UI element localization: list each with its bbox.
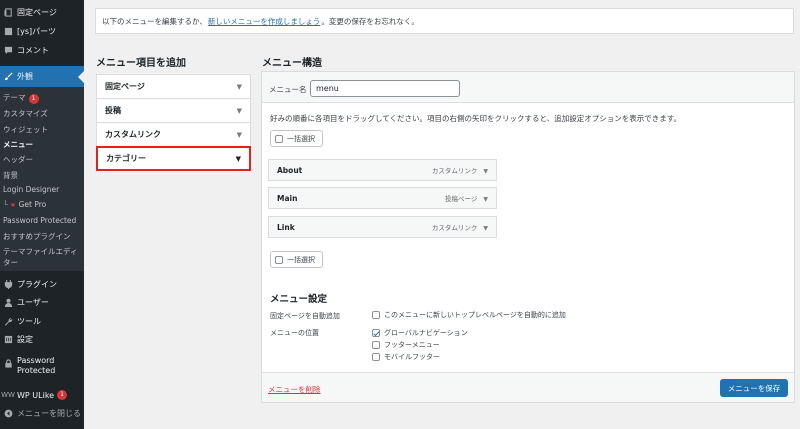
accordion-pages[interactable]: 固定ページ ▼ (96, 74, 251, 99)
user-icon (3, 297, 13, 307)
caret-down-icon[interactable]: ▼ (483, 196, 488, 203)
sidebar-item-plugins[interactable]: プラグイン (0, 276, 84, 292)
submenu-password-protected[interactable]: Password Protected (3, 216, 76, 225)
wrench-icon (3, 316, 13, 326)
menu-structure-panel: メニュー名 好みの順番に各項目をドラッグしてください。項目の右側の矢印をクリック… (261, 71, 795, 403)
parts-icon (3, 26, 13, 36)
wp-ulike-icon: WW (1, 391, 15, 399)
active-indicator (78, 71, 84, 83)
notice-text-before: 以下のメニューを編集するか、 (102, 16, 207, 26)
accordion-custom-links[interactable]: カスタムリンク ▼ (96, 122, 251, 147)
menu-item-link[interactable]: Link カスタムリンク ▼ (268, 216, 497, 238)
auto-add-option[interactable]: このメニューに新しいトップレベルページを自動的に追加 (372, 310, 566, 320)
menu-name-input[interactable] (310, 80, 460, 97)
sidebar-item-appearance[interactable]: 外観 (0, 66, 84, 87)
caret-down-icon: ▼ (235, 154, 241, 163)
menu-footer-bar: メニューを削除 メニューを保存 (262, 372, 794, 402)
auto-add-label: 固定ページを自動追加 (270, 312, 340, 320)
star-icon: ★ (9, 201, 17, 209)
submenu-login-designer[interactable]: Login Designer (3, 185, 59, 194)
bulk-select-top[interactable]: 一括選択 (270, 130, 323, 147)
submenu-header[interactable]: ヘッダー (3, 154, 33, 165)
delete-menu-link[interactable]: メニューを削除 (268, 384, 321, 395)
update-badge: 1 (57, 390, 68, 400)
menu-settings-heading: メニュー設定 (270, 294, 328, 305)
auto-add-checkbox[interactable] (372, 311, 380, 319)
info-notice: 以下のメニューを編集するか、 新しいメニューを作成しましょう 。変更の保存をお忘… (95, 8, 794, 34)
menu-item-about[interactable]: About カスタムリンク ▼ (268, 159, 497, 181)
submenu-themes[interactable]: テーマ 1 (3, 92, 39, 104)
tree-branch-icon: └ (3, 200, 8, 209)
submenu-menus[interactable]: メニュー (3, 139, 33, 150)
sidebar-item-settings[interactable]: 設定 (0, 331, 84, 347)
settings-icon (3, 334, 13, 344)
menu-location-label: メニューの位置 (270, 329, 319, 337)
sidebar-item-label: [ys]パーツ (17, 26, 56, 36)
location-mobile-footer[interactable]: モバイルフッター (372, 352, 440, 362)
collapse-icon (3, 408, 13, 418)
location-global-nav[interactable]: グローバルナビゲーション (372, 328, 468, 338)
bulk-select-checkbox[interactable] (275, 134, 283, 143)
plugin-icon (3, 279, 13, 289)
menu-item-main[interactable]: Main 投稿ページ ▼ (268, 187, 497, 209)
sidebar-item-label: 固定ページ (17, 7, 57, 17)
sidebar-item-pages[interactable]: 固定ページ (0, 4, 84, 20)
notice-text-after: 。変更の保存をお忘れなく。 (321, 16, 419, 26)
collapse-menu-button[interactable]: メニューを閉じる (0, 405, 84, 421)
caret-down-icon: ▼ (236, 82, 242, 91)
submenu-widgets[interactable]: ウィジェット (3, 124, 48, 135)
location-footer-menu[interactable]: フッターメニュー (372, 340, 440, 350)
admin-sidebar: 固定ページ [ys]パーツ コメント 外観 テーマ 1 カスタマイズ ウィジェット… (0, 0, 84, 429)
accordion-categories[interactable]: カテゴリー ▼ (96, 146, 251, 171)
update-badge: 1 (28, 94, 39, 104)
bulk-select-bottom[interactable]: 一括選択 (270, 251, 323, 268)
sidebar-item-tools[interactable]: ツール (0, 313, 84, 329)
menu-name-bar: メニュー名 (262, 72, 794, 103)
submenu-get-pro[interactable]: └ ★ Get Pro (3, 200, 46, 209)
sidebar-item-password-protected[interactable]: Password Protected (0, 356, 84, 382)
lock-icon (3, 358, 13, 368)
sidebar-item-label: コメント (17, 45, 49, 55)
footer-menu-checkbox[interactable] (372, 341, 380, 349)
mobile-footer-checkbox[interactable] (372, 353, 380, 361)
sidebar-item-ys-parts[interactable]: [ys]パーツ (0, 23, 84, 39)
comment-icon (3, 45, 13, 55)
pages-icon (3, 7, 13, 17)
submenu-customize[interactable]: カスタマイズ (3, 108, 48, 119)
drag-instructions: 好みの順番に各項目をドラッグしてください。項目の右側の矢印をクリックすると、追加… (270, 114, 681, 123)
sidebar-item-wp-ulike[interactable]: WW WP ULike 1 (0, 387, 84, 403)
menu-name-label: メニュー名 (269, 85, 307, 94)
submenu-theme-editor[interactable]: テーマファイルエディ ター (3, 246, 77, 268)
caret-down-icon: ▼ (236, 106, 242, 115)
caret-down-icon: ▼ (236, 130, 242, 139)
caret-down-icon[interactable]: ▼ (483, 225, 488, 232)
save-menu-button[interactable]: メニューを保存 (720, 379, 788, 397)
sidebar-item-users[interactable]: ユーザー (0, 294, 84, 310)
submenu-background[interactable]: 背景 (3, 170, 18, 181)
accordion-posts[interactable]: 投稿 ▼ (96, 98, 251, 123)
submenu-recommended-plugins[interactable]: おすすめプラグイン (3, 231, 71, 242)
global-nav-checkbox[interactable] (372, 329, 380, 337)
menu-structure-heading: メニュー構造 (262, 58, 322, 69)
create-new-menu-link[interactable]: 新しいメニューを作成しましょう (208, 16, 321, 27)
add-items-heading: メニュー項目を追加 (96, 58, 186, 69)
bulk-select-checkbox[interactable] (275, 255, 283, 264)
caret-down-icon[interactable]: ▼ (483, 168, 488, 175)
sidebar-item-comments[interactable]: コメント (0, 42, 84, 58)
appearance-submenu: テーマ 1 カスタマイズ ウィジェット メニュー ヘッダー 背景 Login De… (0, 87, 84, 271)
sidebar-item-label: 外観 (17, 72, 33, 81)
brush-icon (3, 72, 13, 82)
